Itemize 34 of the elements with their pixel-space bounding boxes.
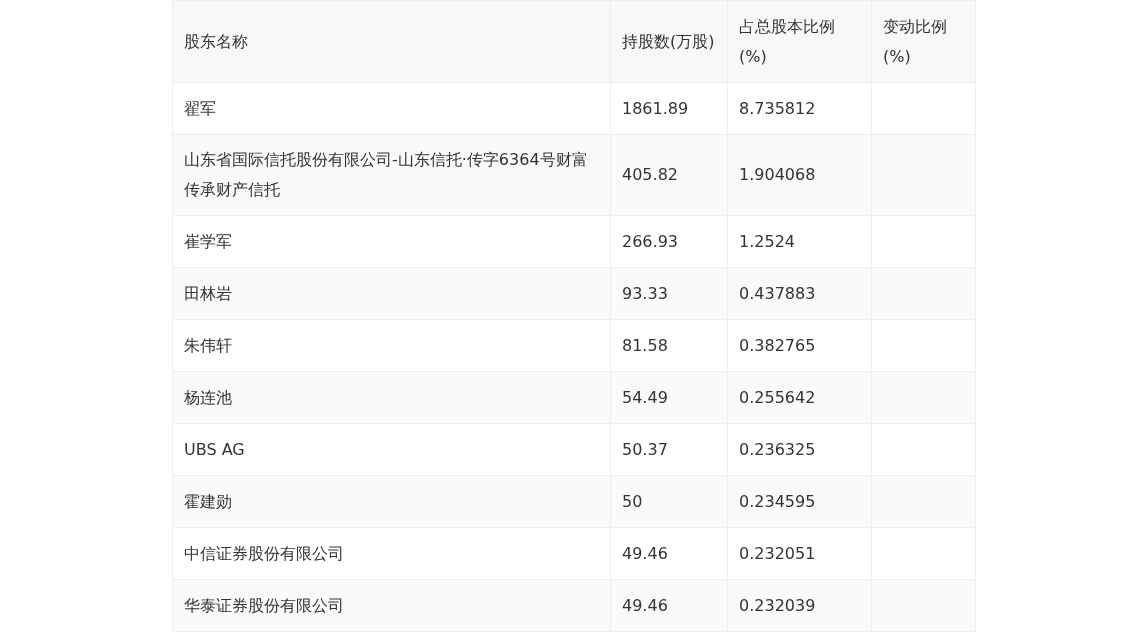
column-header: 占总股本比例(%) [728, 1, 872, 83]
table-cell: 朱伟轩 [173, 320, 611, 372]
table-cell: 93.33 [611, 268, 728, 320]
table-cell: 54.49 [611, 372, 728, 424]
table-cell: 0.236325 [728, 424, 872, 476]
table-cell: 49.46 [611, 580, 728, 632]
table-cell: 中信证券股份有限公司 [173, 528, 611, 580]
table-cell: 杨连池 [173, 372, 611, 424]
table-cell: 0.232039 [728, 580, 872, 632]
table-cell: 田林岩 [173, 268, 611, 320]
table-cell: 1.2524 [728, 216, 872, 268]
table-cell: 50 [611, 476, 728, 528]
table-cell: 崔学军 [173, 216, 611, 268]
table-cell: 0.382765 [728, 320, 872, 372]
table-cell: 50.37 [611, 424, 728, 476]
table-cell: 1.904068 [728, 135, 872, 216]
table-cell: 山东省国际信托股份有限公司-山东信托·传字6364号财富传承财产信托 [173, 135, 611, 216]
table-cell: 8.735812 [728, 83, 872, 135]
table-cell: 0.232051 [728, 528, 872, 580]
table-cell: 华泰证券股份有限公司 [173, 580, 611, 632]
table-cell: 0.437883 [728, 268, 872, 320]
column-header: 变动比例(%) [872, 1, 976, 83]
table-cell: 0.255642 [728, 372, 872, 424]
table-cell: 81.58 [611, 320, 728, 372]
column-header: 股东名称 [173, 1, 611, 83]
table-cell: 405.82 [611, 135, 728, 216]
table-cell: 49.46 [611, 528, 728, 580]
table-cell: UBS AG [173, 424, 611, 476]
table-cell: 霍建勋 [173, 476, 611, 528]
column-header: 持股数(万股) [611, 1, 728, 83]
table-cell: 266.93 [611, 216, 728, 268]
table-cell: 0.234595 [728, 476, 872, 528]
table-cell: 1861.89 [611, 83, 728, 135]
table-cell: 翟军 [173, 83, 611, 135]
